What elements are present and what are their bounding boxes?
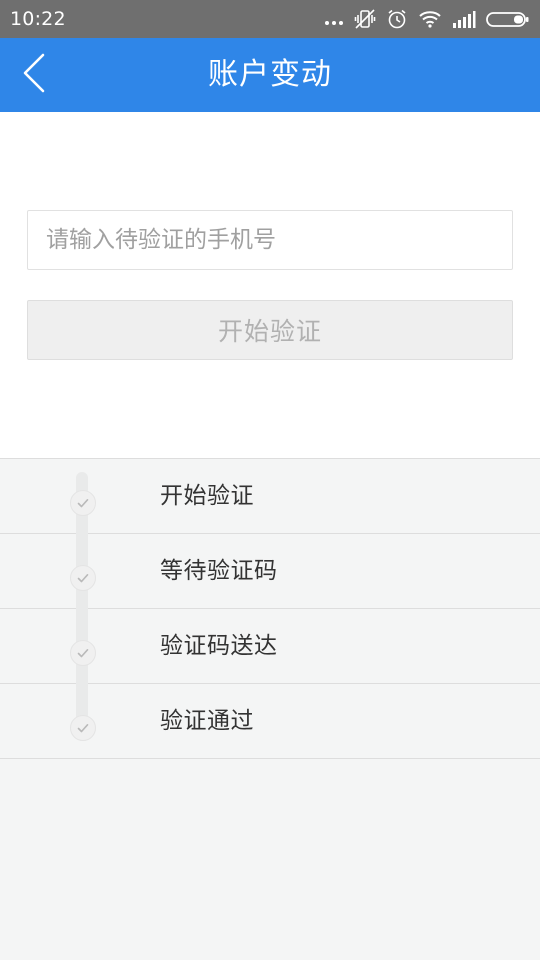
app-header: 账户变动	[0, 38, 540, 112]
status-icons	[324, 8, 530, 30]
step-label: 验证通过	[160, 708, 254, 734]
battery-icon	[486, 8, 530, 30]
start-verification-button-label: 开始验证	[217, 317, 322, 346]
signal-icon	[452, 8, 476, 30]
alarm-icon	[386, 8, 408, 30]
check-icon	[70, 715, 96, 741]
check-icon	[70, 640, 96, 666]
more-dots-icon	[324, 8, 344, 30]
step-label: 等待验证码	[160, 558, 278, 584]
step-label: 开始验证	[160, 483, 254, 509]
wifi-icon	[418, 8, 442, 30]
check-icon	[70, 490, 96, 516]
page-title: 账户变动	[208, 57, 332, 92]
phone-number-input[interactable]	[27, 210, 513, 270]
check-icon	[70, 565, 96, 591]
status-time: 10:22	[10, 8, 66, 30]
step-label: 验证码送达	[160, 633, 278, 659]
start-verification-button[interactable]: 开始验证	[27, 300, 513, 360]
verification-form: 开始验证	[0, 112, 540, 458]
vibrate-off-icon	[354, 8, 376, 30]
status-bar: 10:22	[0, 0, 540, 38]
